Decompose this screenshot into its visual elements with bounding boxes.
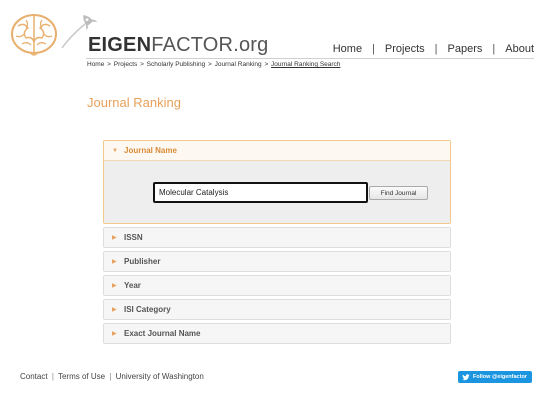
accordion-header-year[interactable]: ▶ Year: [104, 276, 450, 295]
footer-separator: |: [109, 372, 112, 381]
caret-right-icon: ▶: [112, 235, 117, 241]
accordion-header-label: ISI Category: [124, 305, 171, 314]
footer-separator: |: [51, 372, 54, 381]
journal-name-input[interactable]: [153, 182, 368, 203]
accordion-section-issn: ▶ ISSN: [103, 227, 451, 248]
nav-home[interactable]: Home: [333, 43, 362, 55]
caret-right-icon: ▶: [112, 331, 117, 337]
accordion-section-journal-name: ▼ Journal Name Find Journal: [103, 140, 451, 224]
search-accordion: ▼ Journal Name Find Journal ▶ ISSN ▶ Pub…: [103, 140, 451, 347]
accordion-header-publisher[interactable]: ▶ Publisher: [104, 252, 450, 271]
nav-about[interactable]: About: [505, 43, 534, 55]
brain-logo-icon[interactable]: [8, 10, 60, 60]
accordion-body-journal-name: Find Journal: [104, 160, 450, 223]
breadcrumb-separator: >: [140, 61, 144, 68]
accordion-header-issn[interactable]: ▶ ISSN: [104, 228, 450, 247]
breadcrumb-home[interactable]: Home: [87, 61, 104, 68]
twitter-bird-icon: [462, 373, 470, 380]
nav-projects[interactable]: Projects: [385, 43, 425, 55]
nav-separator: |: [434, 43, 438, 55]
caret-right-icon: ▶: [112, 259, 117, 265]
top-navigation: Home | Projects | Papers | About: [333, 43, 534, 55]
accordion-header-label: Publisher: [124, 257, 161, 266]
accordion-header-label: ISSN: [124, 233, 143, 242]
footer-link-contact[interactable]: Contact: [20, 372, 48, 381]
caret-right-icon: ▶: [112, 307, 117, 313]
accordion-header-label: Journal Name: [124, 146, 177, 155]
twitter-follow-button[interactable]: Follow @eigenfactor: [458, 371, 532, 383]
logo-text-factor: FACTOR: [151, 34, 234, 56]
page-title: Journal Ranking: [87, 95, 181, 110]
accordion-header-label: Exact Journal Name: [124, 329, 201, 338]
breadcrumb-separator: >: [264, 61, 269, 68]
breadcrumb-separator: >: [208, 61, 212, 68]
accordion-section-exact-journal-name: ▶ Exact Journal Name: [103, 323, 451, 344]
logo-text-suffix: .org: [233, 34, 269, 56]
breadcrumb-journal-ranking[interactable]: Journal Ranking: [215, 61, 262, 68]
accordion-section-year: ▶ Year: [103, 275, 451, 296]
footer-link-university[interactable]: University of Washington: [116, 372, 204, 381]
caret-down-icon: ▼: [112, 147, 118, 154]
accordion-header-isi-category[interactable]: ▶ ISI Category: [104, 300, 450, 319]
nav-separator: |: [372, 43, 375, 55]
caret-right-icon: ▶: [112, 283, 117, 289]
breadcrumb-projects[interactable]: Projects: [114, 61, 137, 68]
header-divider: [86, 58, 534, 59]
accordion-header-label: Year: [124, 281, 141, 290]
find-journal-button[interactable]: Find Journal: [369, 186, 428, 200]
footer-link-terms[interactable]: Terms of Use: [58, 372, 105, 381]
footer-links: Contact | Terms of Use | University of W…: [20, 372, 204, 381]
accordion-section-isi-category: ▶ ISI Category: [103, 299, 451, 320]
breadcrumb: Home > Projects > Scholarly Publishing >…: [87, 61, 340, 68]
nav-papers[interactable]: Papers: [448, 43, 483, 55]
breadcrumb-journal-ranking-search[interactable]: Journal Ranking Search: [271, 61, 340, 68]
accordion-header-journal-name[interactable]: ▼ Journal Name: [104, 141, 450, 160]
breadcrumb-separator: >: [107, 61, 111, 68]
accordion-header-exact-journal-name[interactable]: ▶ Exact Journal Name: [104, 324, 450, 343]
logo-text-eigen: EIGEN: [88, 34, 152, 56]
nav-separator: |: [492, 43, 496, 55]
accordion-section-publisher: ▶ Publisher: [103, 251, 451, 272]
twitter-follow-label: Follow @eigenfactor: [473, 374, 527, 380]
site-logo[interactable]: EIGENFACTOR.org: [88, 34, 268, 57]
breadcrumb-scholarly-publishing[interactable]: Scholarly Publishing: [147, 61, 206, 68]
